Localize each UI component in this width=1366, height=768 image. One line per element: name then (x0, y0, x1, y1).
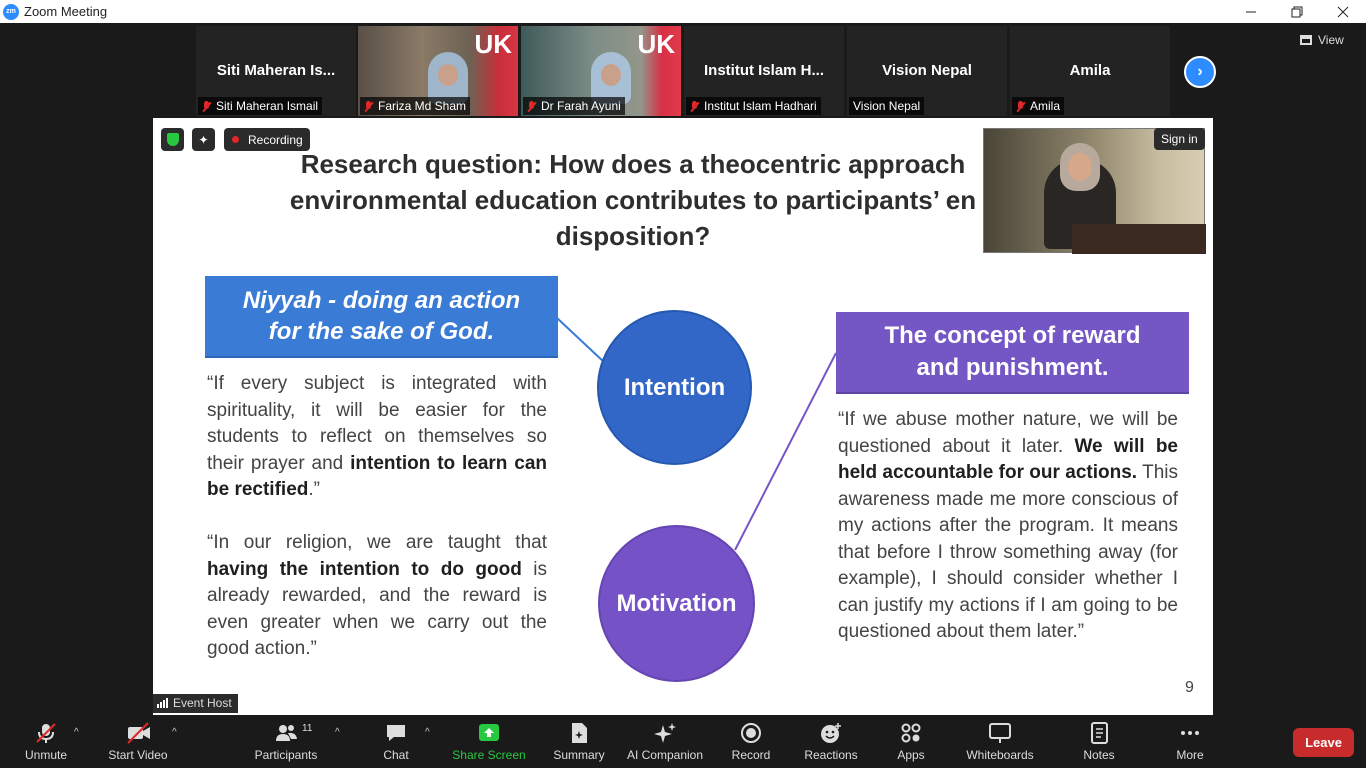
zoom-logo-icon: zm (3, 3, 19, 20)
title-bar: zm Zoom Meeting (0, 0, 1366, 23)
share-screen-button[interactable]: Share Screen (452, 715, 526, 768)
mic-muted-icon (527, 100, 536, 112)
window-title: Zoom Meeting (24, 4, 108, 19)
participant-tile[interactable]: Amila Amila (1010, 26, 1170, 116)
participant-tile[interactable]: Siti Maheran Is... Siti Maheran Ismail (196, 26, 356, 116)
ai-companion-icon (653, 722, 677, 744)
uk-banner-text: UK (637, 29, 675, 59)
start-video-button[interactable]: Start Video (108, 715, 168, 768)
whiteboards-button[interactable]: Whiteboards (962, 715, 1038, 768)
video-off-icon (126, 722, 150, 744)
share-screen-icon (477, 722, 501, 744)
quote-religion: “In our religion, we are taught that hav… (207, 532, 547, 659)
reactions-button[interactable]: Reactions (803, 715, 859, 768)
event-host-label: Event Host (153, 694, 238, 713)
participant-label: Amila (1012, 97, 1065, 115)
quote-spirituality: “If every subject is integrated with spi… (207, 373, 548, 500)
window-controls (1228, 0, 1366, 23)
close-icon (1337, 6, 1349, 17)
more-button[interactable]: More (1172, 715, 1208, 768)
niyyah-box: Niyyah - doing an action for the sake of … (205, 276, 558, 358)
chat-options-chevron-icon[interactable]: ^ (425, 727, 430, 738)
participant-tile[interactable]: Institut Islam H... Institut Islam Hadha… (684, 26, 844, 116)
video-options-chevron-icon[interactable]: ^ (172, 727, 177, 738)
chevron-right-icon: › (1197, 63, 1203, 80)
leave-button[interactable]: Leave (1293, 728, 1354, 757)
view-button[interactable]: View (1300, 33, 1344, 47)
mic-muted-icon (364, 100, 373, 112)
restore-button[interactable] (1274, 0, 1320, 23)
participant-big-name: Amila (1069, 62, 1111, 79)
minimize-button[interactable] (1228, 0, 1274, 23)
niyyah-line: for the sake of God. (268, 318, 495, 345)
participant-tile[interactable]: UK Dr Farah Ayuni (521, 26, 681, 116)
participant-label: Institut Islam Hadhari (686, 97, 821, 115)
participants-icon (274, 722, 298, 744)
notes-icon (1087, 722, 1111, 744)
record-icon (739, 722, 763, 744)
view-icon (1300, 35, 1312, 45)
chat-button[interactable]: Chat (380, 715, 412, 768)
concept-line: The concept of reward (884, 322, 1141, 349)
notes-button[interactable]: Notes (1079, 715, 1119, 768)
participant-label: Vision Nepal (849, 97, 925, 115)
summary-icon (567, 722, 591, 744)
participant-tile[interactable]: UK Fariza Md Sham (358, 26, 518, 116)
mic-muted-icon (202, 100, 211, 112)
concept-line: and punishment. (916, 354, 1109, 381)
participant-face (438, 64, 458, 86)
uk-banner-text: UK (474, 29, 512, 59)
participants-options-chevron-icon[interactable]: ^ (335, 727, 340, 738)
participant-face (601, 64, 621, 86)
participant-label: Dr Farah Ayuni (523, 97, 625, 115)
audio-options-chevron-icon[interactable]: ^ (74, 727, 79, 738)
participant-big-name: Siti Maheran Is... (216, 62, 336, 79)
apps-button[interactable]: Apps (891, 715, 931, 768)
shared-screen: Research question: How does a theocentri… (153, 118, 1213, 715)
summary-button[interactable]: Summary (550, 715, 608, 768)
apps-icon (899, 722, 923, 744)
close-button[interactable] (1320, 0, 1366, 23)
next-page-button[interactable]: › (1184, 56, 1216, 88)
more-icon (1178, 722, 1202, 744)
chat-icon (384, 722, 408, 744)
restore-icon (1291, 6, 1303, 17)
intention-circle: Intention (597, 310, 752, 465)
signal-bars-icon (157, 698, 168, 708)
unmute-button[interactable]: Unmute (24, 715, 68, 768)
reactions-icon (819, 722, 843, 744)
ai-companion-button[interactable]: AI Companion (625, 715, 705, 768)
participant-tile[interactable]: Vision Nepal Vision Nepal (847, 26, 1007, 116)
concept-box: The concept of reward and punishment. (836, 312, 1189, 394)
participant-label: Siti Maheran Ismail (198, 97, 323, 115)
participant-big-name: Vision Nepal (882, 62, 972, 79)
participant-label: Fariza Md Sham (360, 97, 471, 115)
niyyah-line: Niyyah - doing an action (242, 287, 521, 314)
mic-muted-icon (1016, 100, 1025, 112)
mic-muted-icon (690, 100, 699, 112)
participant-big-name: Institut Islam H... (703, 62, 824, 79)
minimize-icon (1245, 11, 1256, 13)
slide-page-number: 9 (1185, 679, 1194, 696)
mic-muted-icon (34, 722, 58, 744)
connector-line (556, 317, 606, 364)
gallery-strip: Siti Maheran Is... Siti Maheran Ismail U… (0, 23, 1366, 118)
meeting-toolbar: Unmute ^ Start Video ^ Participants 11 ^… (0, 715, 1366, 768)
record-button[interactable]: Record (728, 715, 774, 768)
whiteboards-icon (988, 722, 1012, 744)
motivation-circle: Motivation (598, 525, 755, 682)
quote-mother-nature: “If we abuse mother nature, we will be q… (838, 409, 1178, 642)
participants-count: 11 (302, 723, 313, 734)
